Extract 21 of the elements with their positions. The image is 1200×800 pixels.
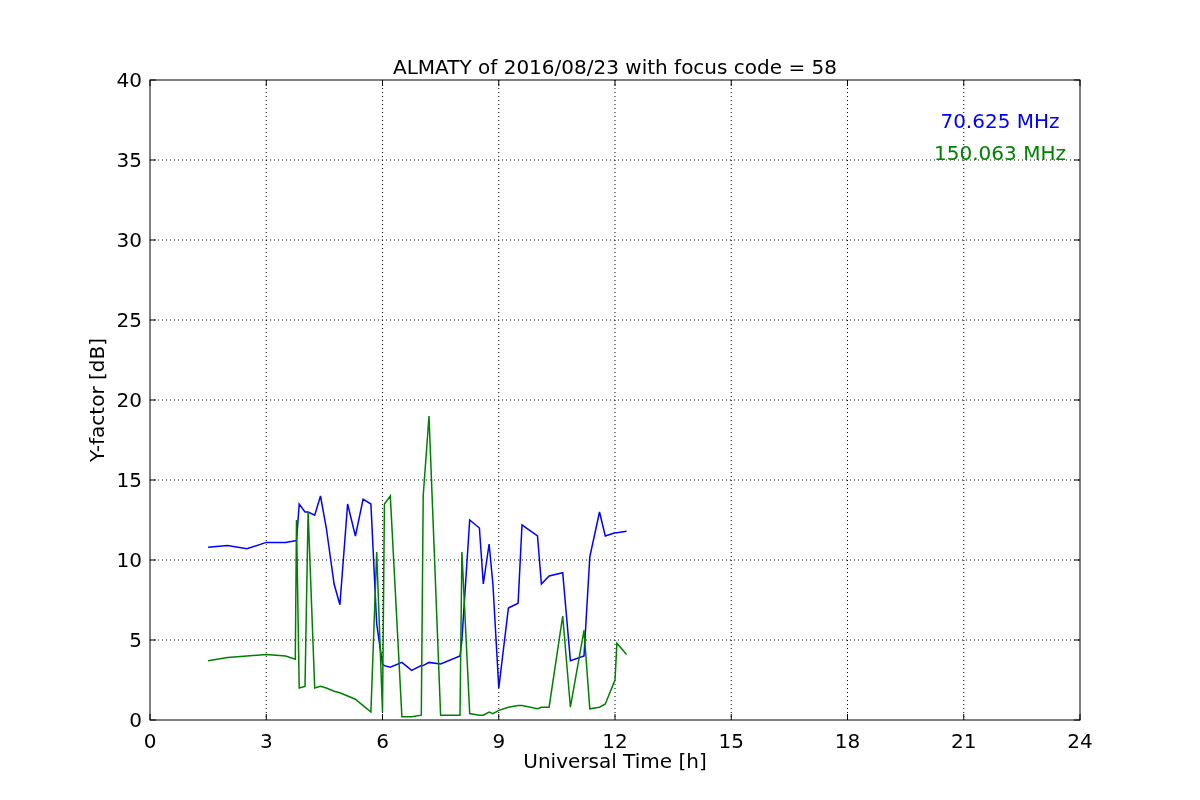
x-tick-label: 6 bbox=[376, 729, 389, 753]
y-tick-label: 25 bbox=[116, 308, 142, 332]
y-tick-label: 30 bbox=[116, 228, 142, 252]
y-tick-label: 20 bbox=[116, 388, 142, 412]
y-axis-label: Y-factor [dB] bbox=[85, 338, 109, 462]
chart-title: ALMATY of 2016/08/23 with focus code = 58 bbox=[393, 55, 837, 79]
legend-label: 70.625 MHz bbox=[940, 109, 1060, 133]
x-tick-label: 15 bbox=[718, 729, 744, 753]
y-tick-label: 15 bbox=[116, 468, 142, 492]
x-tick-label: 3 bbox=[259, 729, 273, 753]
x-tick-label: 9 bbox=[492, 729, 506, 753]
x-tick-label: 21 bbox=[951, 729, 977, 753]
y-tick-label: 40 bbox=[116, 68, 142, 92]
y-tick-label: 0 bbox=[129, 708, 142, 732]
x-tick-label: 18 bbox=[834, 729, 861, 753]
x-tick-label: 0 bbox=[143, 729, 157, 753]
y-tick-label: 35 bbox=[116, 148, 142, 172]
y-tick-label: 10 bbox=[116, 548, 142, 572]
y-tick-label: 5 bbox=[129, 628, 142, 652]
x-tick-label: 24 bbox=[1067, 729, 1093, 753]
legend-label: 150.063 MHz bbox=[934, 141, 1066, 165]
